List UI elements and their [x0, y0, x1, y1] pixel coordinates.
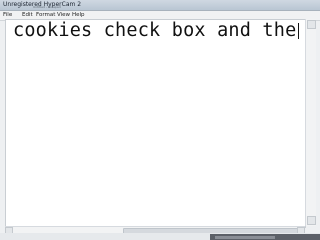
horizontal-scrollbar[interactable] [5, 226, 305, 234]
menu-edit[interactable]: Edit [22, 12, 33, 19]
notepad-window: Unregistered HyperCam 2 File Edit Format… [0, 0, 320, 240]
taskbar-dark-inner [215, 236, 275, 239]
menu-view[interactable]: View [57, 12, 70, 19]
menu-help[interactable]: Help [72, 12, 85, 19]
text-caret [298, 23, 299, 39]
editor-text: cookies check box and the [13, 20, 297, 41]
scroll-up-arrow-icon[interactable] [307, 20, 316, 29]
vertical-scrollbar[interactable] [305, 19, 316, 226]
window-subtitle: Untitled - Notepad [33, 5, 61, 9]
menu-file[interactable]: File [3, 12, 12, 19]
menu-format[interactable]: Format [36, 12, 55, 19]
scroll-down-arrow-icon[interactable] [307, 216, 316, 225]
text-editor-area[interactable]: cookies check box and the [5, 19, 306, 228]
